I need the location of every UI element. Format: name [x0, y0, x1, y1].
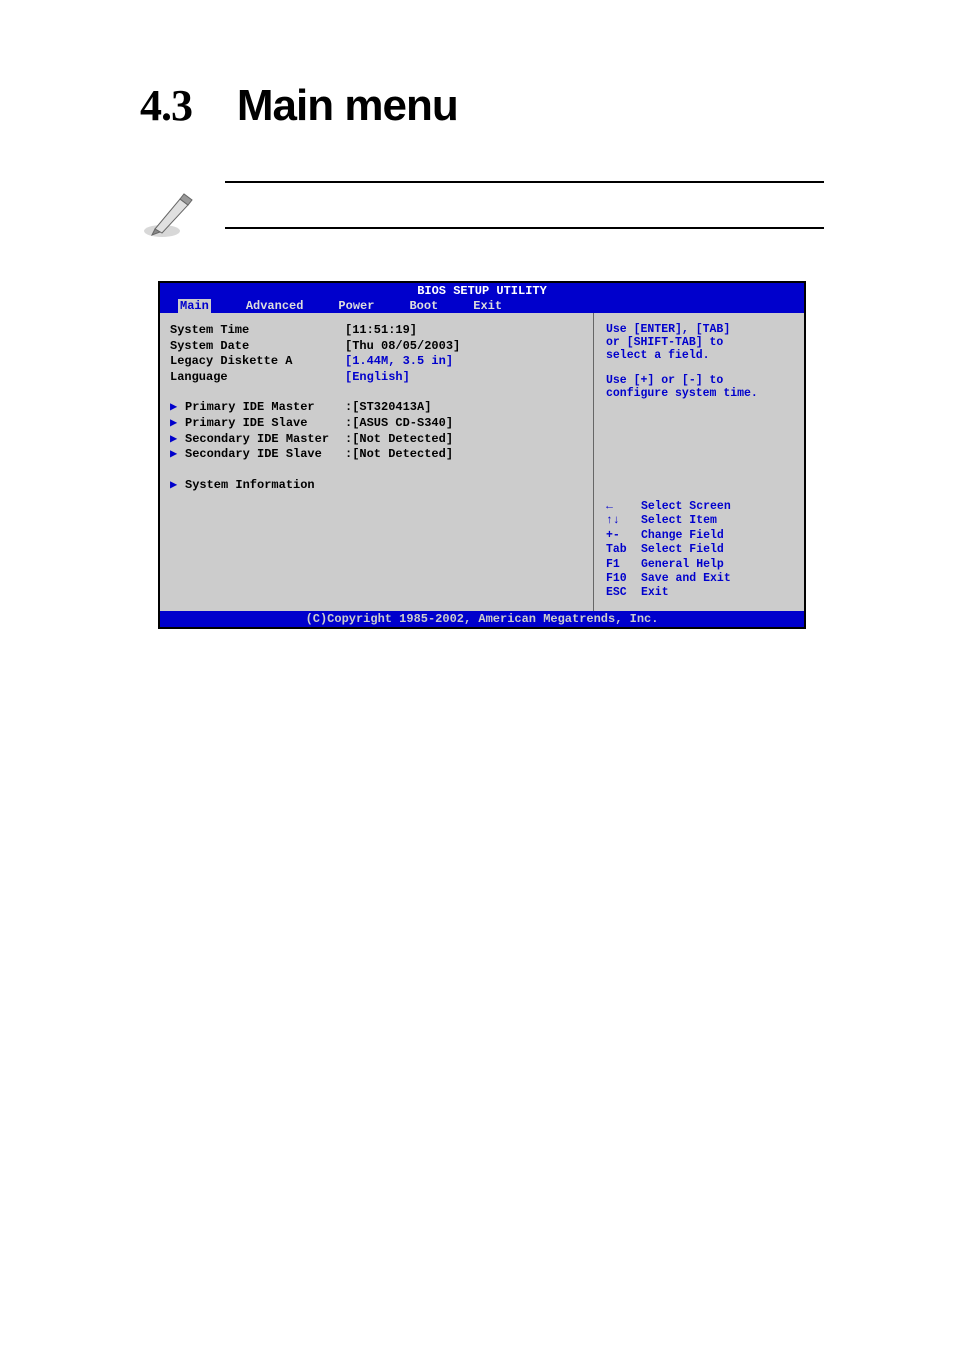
help-line: select a field.	[606, 349, 794, 362]
label-primary-ide-slave: Primary IDE Slave	[185, 416, 345, 432]
nav-key: +-	[606, 529, 641, 543]
value-system-date: [Thu 08/05/2003]	[345, 339, 460, 355]
setting-primary-ide-slave[interactable]: ▶ Primary IDE Slave :[ASUS CD-S340]	[170, 416, 583, 432]
help-line: or [SHIFT-TAB] to	[606, 336, 794, 349]
nav-select-field: Tab Select Field	[606, 543, 794, 557]
value-secondary-ide-master: :[Not Detected]	[345, 432, 453, 448]
submenu-arrow-icon: ▶	[170, 400, 185, 416]
label-legacy-diskette: Legacy Diskette A	[170, 354, 345, 370]
nav-exit: ESC Exit	[606, 586, 794, 600]
menu-power[interactable]: Power	[338, 299, 374, 313]
nav-help-block: ← Select Screen ↑↓ Select Item +- Change…	[606, 500, 794, 601]
value-legacy-diskette: [1.44M, 3.5 in]	[345, 354, 453, 370]
nav-label: Exit	[641, 586, 669, 600]
section-number: 4.3	[140, 81, 192, 130]
nav-label: Select Field	[641, 543, 724, 557]
setting-secondary-ide-master[interactable]: ▶ Secondary IDE Master :[Not Detected]	[170, 432, 583, 448]
pen-icon	[140, 181, 200, 241]
help-line: Use [+] or [-] to	[606, 374, 794, 387]
bios-title: BIOS SETUP UTILITY	[160, 283, 804, 299]
updown-arrow-icon: ↑↓	[606, 514, 641, 528]
nav-key: F10	[606, 572, 641, 586]
nav-change-field: +- Change Field	[606, 529, 794, 543]
menu-main[interactable]: Main	[178, 299, 211, 313]
label-system-time: System Time	[170, 323, 345, 339]
nav-label: Change Field	[641, 529, 724, 543]
note-lines	[225, 181, 824, 229]
value-secondary-ide-slave: :[Not Detected]	[345, 447, 453, 463]
bios-body: System Time [11:51:19] System Date [Thu …	[160, 313, 804, 611]
label-language: Language	[170, 370, 345, 386]
bios-copyright: (C)Copyright 1985-2002, American Megatre…	[160, 611, 804, 627]
setting-language[interactable]: Language [English]	[170, 370, 583, 386]
nav-label: General Help	[641, 558, 724, 572]
help-line: Use [ENTER], [TAB]	[606, 323, 794, 336]
label-system-information: System Information	[185, 478, 360, 494]
setting-system-information[interactable]: ▶ System Information	[170, 478, 583, 494]
setting-secondary-ide-slave[interactable]: ▶ Secondary IDE Slave :[Not Detected]	[170, 447, 583, 463]
help-line: configure system time.	[606, 387, 794, 400]
setting-system-time[interactable]: System Time [11:51:19]	[170, 323, 583, 339]
bios-screenshot: BIOS SETUP UTILITY Main Advanced Power B…	[158, 281, 806, 629]
submenu-arrow-icon: ▶	[170, 416, 185, 432]
menu-advanced[interactable]: Advanced	[246, 299, 304, 313]
setting-legacy-diskette[interactable]: Legacy Diskette A [1.44M, 3.5 in]	[170, 354, 583, 370]
value-primary-ide-slave: :[ASUS CD-S340]	[345, 416, 453, 432]
nav-key: ESC	[606, 586, 641, 600]
label-system-date: System Date	[170, 339, 345, 355]
bios-menu-bar: Main Advanced Power Boot Exit	[160, 299, 804, 313]
nav-select-item: ↑↓ Select Item	[606, 514, 794, 528]
submenu-arrow-icon: ▶	[170, 432, 185, 448]
menu-boot[interactable]: Boot	[409, 299, 438, 313]
nav-label: Select Item	[641, 514, 717, 528]
nav-label: Save and Exit	[641, 572, 731, 586]
nav-general-help: F1 General Help	[606, 558, 794, 572]
nav-select-screen: ← Select Screen	[606, 500, 794, 514]
section-title: Main menu	[237, 81, 458, 130]
label-primary-ide-master: Primary IDE Master	[185, 400, 345, 416]
value-primary-ide-master: :[ST320413A]	[345, 400, 431, 416]
submenu-arrow-icon: ▶	[170, 447, 185, 463]
section-heading: 4.3 Main menu	[140, 80, 824, 131]
nav-save-exit: F10 Save and Exit	[606, 572, 794, 586]
setting-system-date[interactable]: System Date [Thu 08/05/2003]	[170, 339, 583, 355]
label-secondary-ide-slave: Secondary IDE Slave	[185, 447, 345, 463]
nav-label: Select Screen	[641, 500, 731, 514]
nav-key: Tab	[606, 543, 641, 557]
note-row	[140, 181, 824, 241]
left-arrow-icon: ←	[606, 500, 641, 514]
value-system-time: [11:51:19]	[345, 323, 417, 339]
submenu-arrow-icon: ▶	[170, 478, 185, 494]
value-language: [English]	[345, 370, 410, 386]
label-secondary-ide-master: Secondary IDE Master	[185, 432, 345, 448]
setting-primary-ide-master[interactable]: ▶ Primary IDE Master :[ST320413A]	[170, 400, 583, 416]
menu-exit[interactable]: Exit	[473, 299, 502, 313]
nav-key: F1	[606, 558, 641, 572]
